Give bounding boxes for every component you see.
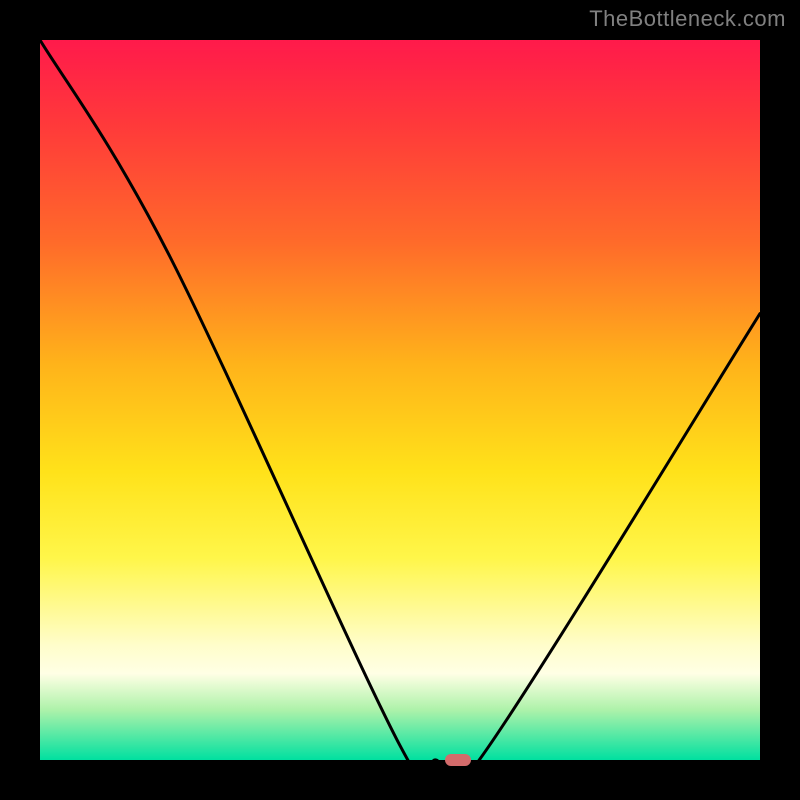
attribution-label: TheBottleneck.com [589,6,786,32]
chart-plot-area [40,40,760,760]
bottleneck-curve [40,40,760,760]
optimal-point-marker [445,754,471,766]
